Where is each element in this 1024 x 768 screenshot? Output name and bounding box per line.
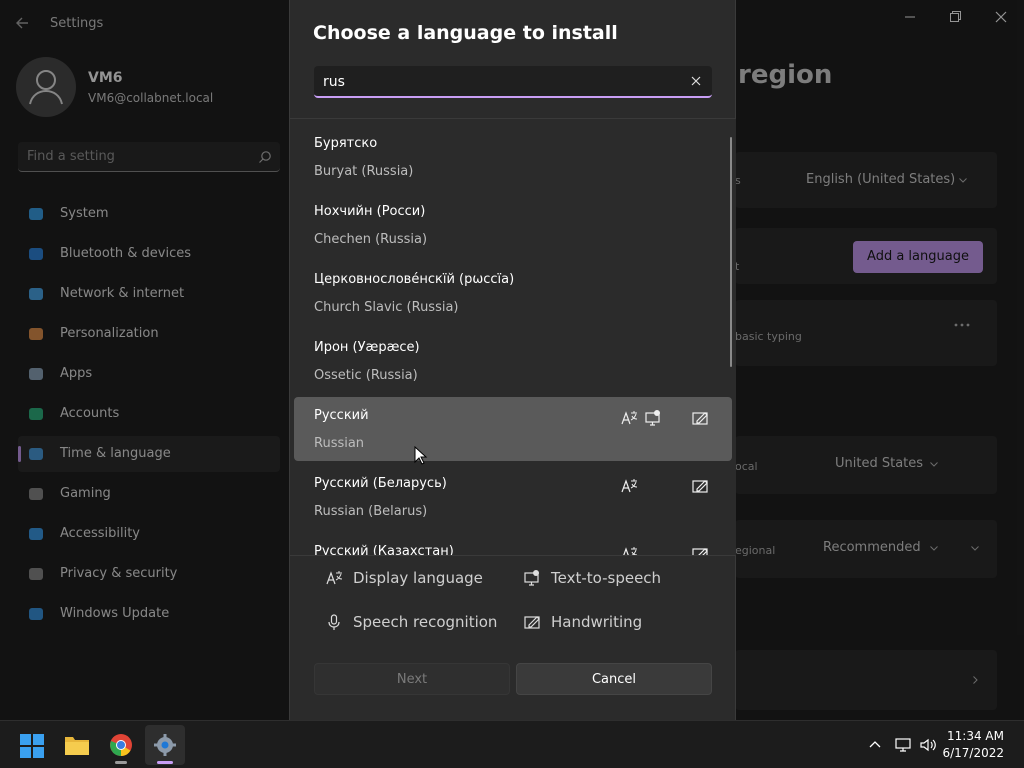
language-list-item[interactable]: Церковнослове́нскїй (рѡссїа) Church Slavi… bbox=[294, 261, 732, 325]
settings-taskbar-button[interactable] bbox=[145, 725, 185, 765]
gear-icon bbox=[153, 733, 177, 757]
language-list-item[interactable]: Русский Russian bbox=[294, 397, 732, 461]
language-english-name: Russian (Belarus) bbox=[314, 504, 428, 519]
language-native-name: Ирон (Уæрæсе) bbox=[314, 340, 420, 355]
language-native-name: Русский (Казахстан) bbox=[314, 544, 454, 555]
language-english-name: Church Slavic (Russia) bbox=[314, 300, 459, 315]
language-native-name: Нохчийн (Росси) bbox=[314, 204, 426, 219]
language-search-field[interactable] bbox=[314, 66, 712, 98]
language-list-item[interactable]: Русский (Беларусь) Russian (Belarus) bbox=[294, 465, 732, 529]
network-icon[interactable] bbox=[894, 736, 912, 754]
text-to-speech-icon bbox=[523, 569, 541, 587]
language-english-name: Ossetic (Russia) bbox=[314, 368, 418, 383]
mouse-cursor-icon bbox=[414, 446, 428, 466]
handwriting-icon bbox=[523, 613, 541, 631]
legend-label: Speech recognition bbox=[353, 613, 498, 631]
running-indicator bbox=[157, 761, 173, 764]
handwriting-icon bbox=[691, 477, 709, 495]
display-language-icon bbox=[325, 569, 343, 587]
clock-time[interactable]: 11:34 AM bbox=[924, 729, 1004, 743]
display-language-icon bbox=[620, 477, 638, 495]
language-search-input[interactable] bbox=[323, 72, 663, 92]
language-list-item[interactable]: Бурятско Buryat (Russia) bbox=[294, 125, 732, 189]
language-list-item[interactable]: Русский (Казахстан) bbox=[294, 533, 732, 555]
language-list-item[interactable]: Ирон (Уæрæсе) Ossetic (Russia) bbox=[294, 329, 732, 393]
cancel-button[interactable]: Cancel bbox=[516, 663, 712, 695]
choose-language-dialog: Choose a language to install Бурятско Bur… bbox=[289, 0, 736, 720]
file-explorer-button[interactable] bbox=[57, 725, 97, 765]
dialog-title: Choose a language to install bbox=[313, 22, 618, 44]
microphone-icon bbox=[325, 613, 343, 631]
chevron-up-icon[interactable] bbox=[866, 736, 884, 754]
display-language-icon bbox=[620, 409, 638, 427]
language-native-name: Церковнослове́нскїй (рѡссїа) bbox=[314, 272, 515, 287]
language-list-item[interactable]: Нохчийн (Росси) Chechen (Russia) bbox=[294, 193, 732, 257]
chrome-icon bbox=[109, 733, 133, 757]
language-native-name: Бурятско bbox=[314, 136, 378, 151]
legend-label: Display language bbox=[353, 569, 483, 587]
handwriting-icon bbox=[691, 545, 709, 555]
handwriting-icon bbox=[691, 409, 709, 427]
folder-icon bbox=[64, 734, 90, 756]
language-native-name: Русский bbox=[314, 408, 369, 423]
next-button[interactable]: Next bbox=[314, 663, 510, 695]
language-english-name: Buryat (Russia) bbox=[314, 164, 414, 179]
legend-label: Handwriting bbox=[551, 613, 643, 631]
windows-logo-icon bbox=[20, 734, 44, 758]
chrome-button[interactable] bbox=[101, 725, 141, 765]
clear-search-icon[interactable] bbox=[690, 75, 702, 87]
language-list[interactable]: Бурятско Buryat (Russia) Нохчийн (Росси) Ch… bbox=[290, 119, 736, 555]
text-to-speech-icon bbox=[644, 409, 662, 427]
display-language-icon bbox=[620, 545, 638, 555]
taskbar bbox=[0, 720, 1024, 768]
legend-label: Text-to-speech bbox=[551, 569, 662, 587]
divider bbox=[290, 555, 736, 556]
start-button[interactable] bbox=[12, 725, 52, 765]
language-english-name: Russian bbox=[314, 436, 365, 451]
language-native-name: Русский (Беларусь) bbox=[314, 476, 447, 491]
language-english-name: Chechen (Russia) bbox=[314, 232, 428, 247]
list-scrollbar[interactable] bbox=[730, 137, 732, 367]
running-indicator bbox=[115, 761, 127, 764]
clock-date[interactable]: 6/17/2022 bbox=[924, 746, 1004, 760]
